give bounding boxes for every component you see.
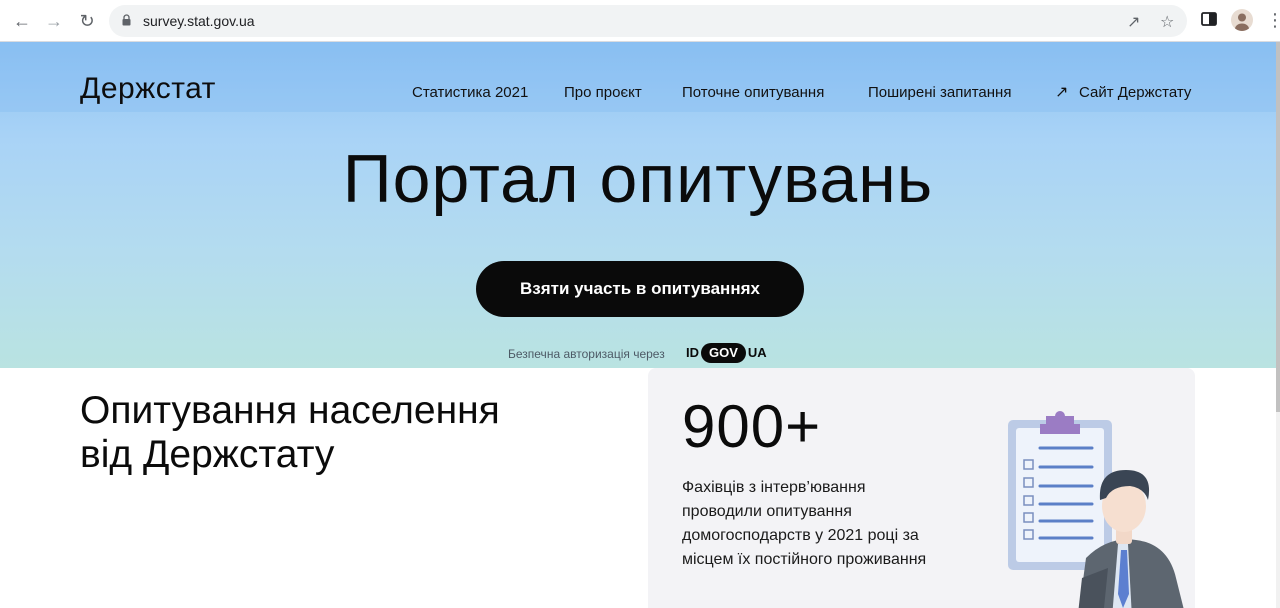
- reload-icon[interactable]: ↻: [75, 9, 99, 33]
- site-logo[interactable]: Держстат: [80, 72, 216, 106]
- forward-arrow-icon[interactable]: →: [42, 9, 66, 33]
- browser-toolbar: ← → ↻ survey.stat.gov.ua ↗ ☆ ⋮: [0, 0, 1280, 42]
- nav-link-faq[interactable]: Поширені запитання: [868, 84, 1011, 101]
- nav-link-derzhstat-site[interactable]: Сайт Держстату: [1079, 84, 1191, 101]
- idgov-left-text: ID: [686, 345, 699, 360]
- interviewer-illustration: [1008, 411, 1184, 608]
- section-heading: Опитування населення від Держстату: [80, 389, 500, 477]
- star-icon[interactable]: ☆: [1160, 12, 1174, 32]
- section-heading-line-1: Опитування населення: [80, 389, 500, 432]
- nav-link-current-survey[interactable]: Поточне опитування: [682, 84, 824, 101]
- avatar-icon: [1235, 13, 1249, 31]
- url-text[interactable]: survey.stat.gov.ua: [143, 13, 255, 29]
- page-title: Портал опитувань: [342, 141, 934, 217]
- side-panel-icon[interactable]: [1201, 11, 1217, 27]
- idgov-right-text: UA: [747, 345, 767, 360]
- external-link-arrow-icon: ↗: [1055, 84, 1069, 101]
- nav-link-about[interactable]: Про проєкт: [564, 84, 642, 101]
- stat-card: 900+ Фахівців з інтерв’ювання проводили …: [648, 368, 1195, 608]
- idgov-middle-text: GOV: [701, 343, 746, 363]
- menu-kebab-icon[interactable]: ⋮: [1266, 10, 1280, 30]
- share-icon[interactable]: ↗: [1127, 12, 1140, 32]
- lock-icon: [122, 14, 131, 26]
- stat-description: Фахівців з інтерв’ювання проводили опиту…: [682, 479, 927, 568]
- page-content: Держстат Статистика 2021 Про проєкт Пото…: [0, 42, 1280, 608]
- address-bar[interactable]: survey.stat.gov.ua ↗ ☆: [109, 5, 1187, 37]
- secure-auth-text: Безпечна авторизація через: [508, 347, 665, 361]
- nav-link-statistics-2021[interactable]: Статистика 2021: [412, 84, 528, 101]
- section-heading-line-2: від Держстату: [80, 433, 335, 476]
- back-arrow-icon[interactable]: ←: [10, 9, 34, 33]
- stat-number: 900+: [682, 393, 822, 460]
- profile-avatar[interactable]: [1231, 9, 1253, 31]
- join-surveys-button[interactable]: Взяти участь в опитуваннях: [476, 261, 804, 317]
- scrollbar-thumb[interactable]: [1276, 42, 1280, 412]
- hero-section: Держстат Статистика 2021 Про проєкт Пото…: [0, 42, 1276, 368]
- id-gov-ua-logo[interactable]: ID GOV UA: [686, 343, 767, 363]
